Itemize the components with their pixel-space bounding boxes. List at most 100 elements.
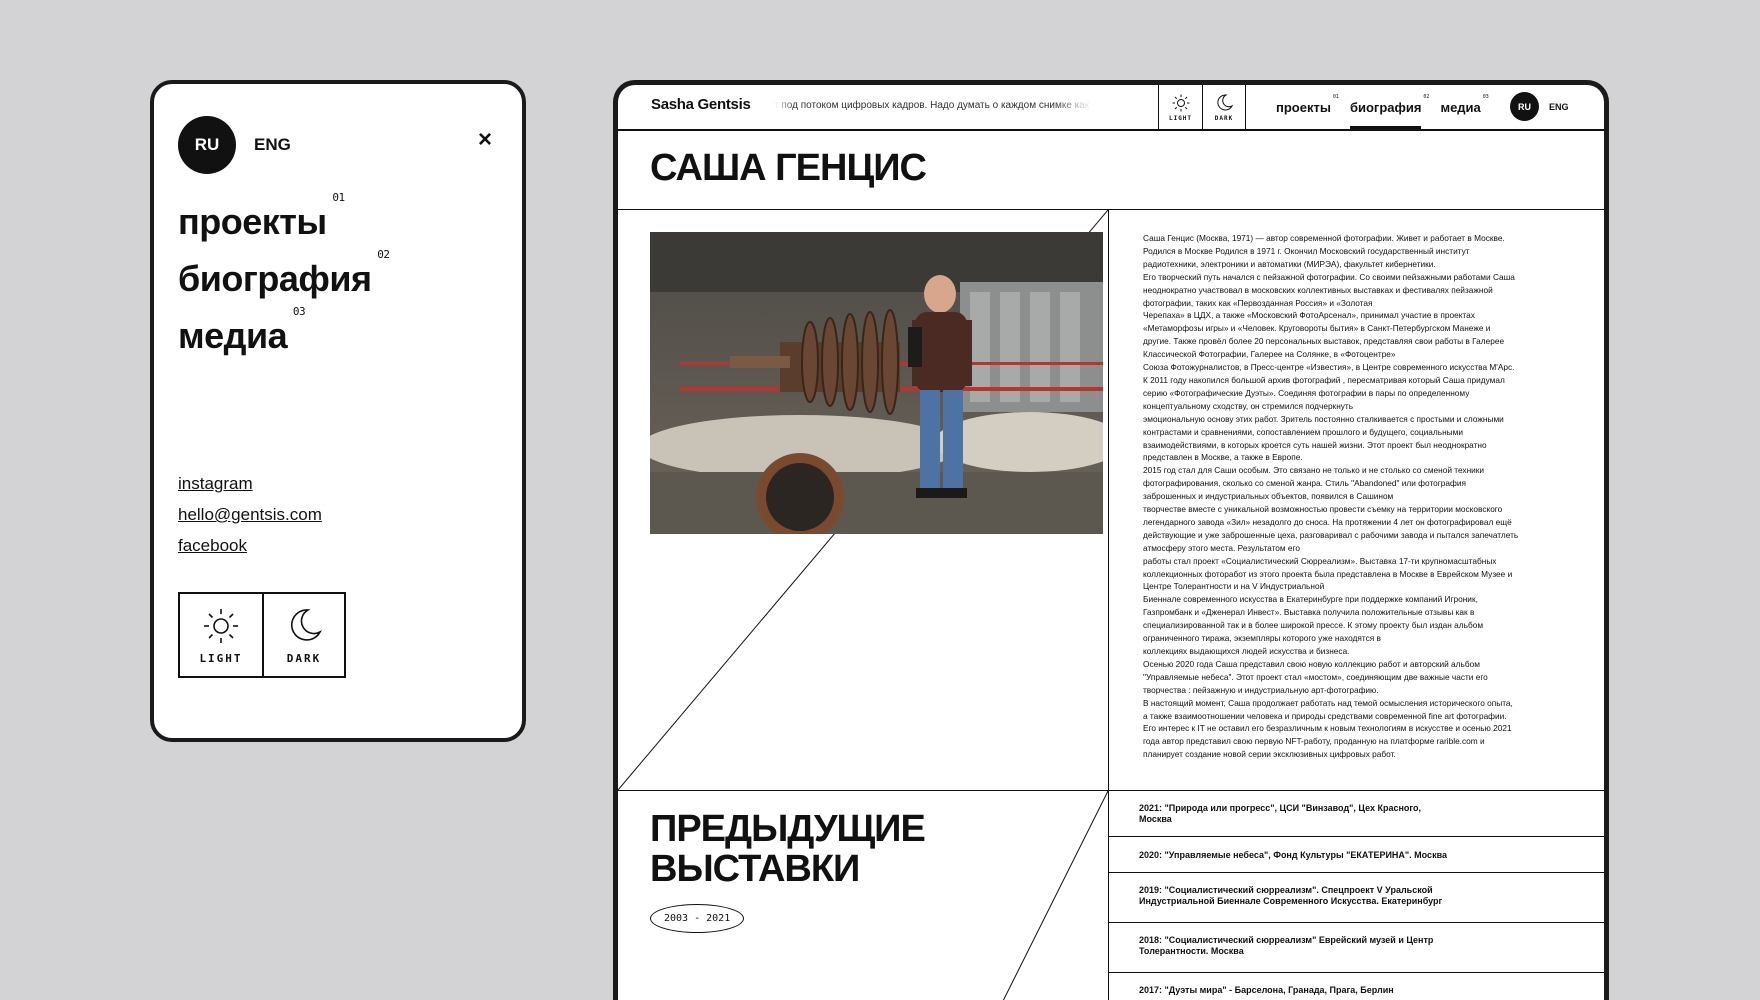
biography-line: 2015 год стал для Саши особым. Это связа…: [1143, 465, 1485, 476]
exhibition-text: 2020: "Управляемые небеса", Фонд Культур…: [1139, 850, 1447, 860]
biography-line: Газпромбанк и «Дженерал Инвест». Выставк…: [1143, 607, 1475, 618]
nav-projects[interactable]: проекты 01: [1276, 85, 1339, 129]
exhibition-text: Москва: [1139, 814, 1172, 824]
desktop-page: Sasha Gentsis т под потоком цифровых кад…: [613, 80, 1609, 1000]
header-nav: проекты 01 биография 02 медиа 03: [1276, 85, 1500, 131]
site-logo[interactable]: Sasha Gentsis: [651, 96, 751, 113]
instagram-link[interactable]: instagram: [178, 468, 322, 499]
header-theme-switcher: LIGHT DARK: [1158, 85, 1245, 129]
header-lang-eng[interactable]: ENG: [1549, 102, 1569, 112]
menu-item-projects[interactable]: проекты 01: [178, 192, 345, 250]
portrait-photo: [650, 232, 1103, 534]
biography-line: ограниченного тиража, экземпляры которог…: [1143, 633, 1381, 644]
moon-icon: [290, 608, 322, 641]
biography-line: Черепаха» в ЦДХ, а также «Московский Фот…: [1143, 310, 1475, 321]
nav-biography[interactable]: биография 02: [1349, 85, 1429, 131]
mobile-menu-panel: RU ENG × проекты 01 биография 02 медиа 03 i…: [150, 80, 526, 742]
biography-line: коллекционных фоторабот из этого проекта…: [1143, 568, 1513, 579]
menu-item-media[interactable]: медиа 03: [178, 306, 306, 364]
biography-line: Биеннале современного искусства в Екатер…: [1143, 594, 1478, 605]
exhibition-text: 2018: "Социалистический сюрреализм" Евре…: [1139, 935, 1434, 945]
header-divider: [1245, 85, 1246, 129]
email-link[interactable]: hello@gentsis.com: [178, 499, 322, 530]
biography-section: Саша Генцис (Москва, 1971) — автор совре…: [618, 210, 1604, 791]
exhibition-text: 2017: "Дуэты мира" - Барселона, Гранада,…: [1139, 985, 1394, 995]
facebook-link[interactable]: facebook: [178, 530, 322, 561]
exhibition-text: 2021: "Природа или прогресс", ЦСИ "Винза…: [1139, 803, 1422, 813]
section-heading-line: ПРЕДЫДУЩИЕ: [650, 808, 926, 850]
column-divider: [1108, 210, 1109, 790]
biography-line: В настоящий момент, Саша продолжает рабо…: [1143, 697, 1513, 708]
biography-line: К 2011 году накопился большой архив фото…: [1143, 374, 1505, 385]
biography-line: Его творческий путь начался с пейзажной …: [1143, 271, 1515, 282]
biography-line: Родился в Москве Родился в 1971 г. Оконч…: [1143, 245, 1470, 256]
biography-line: а также взаимоотношении человека и приро…: [1143, 710, 1507, 721]
close-icon[interactable]: ×: [478, 128, 492, 152]
menu-item-label: медиа: [178, 315, 288, 356]
header-language-switcher: RU ENG: [1510, 92, 1569, 121]
biography-text: Саша Генцис (Москва, 1971) — автор совре…: [1143, 232, 1583, 761]
nav-media[interactable]: медиа 03: [1440, 85, 1488, 129]
language-switcher: RU ENG: [178, 116, 291, 174]
moon-icon: [1217, 93, 1234, 110]
biography-line: Союза Фотожурналистов, в Пресс-центре «И…: [1143, 362, 1515, 373]
page-title-row: САША ГЕНЦИС: [618, 129, 1604, 210]
nav-number: 01: [1332, 94, 1339, 100]
page-title: САША ГЕНЦИС: [650, 147, 927, 189]
exhibition-item[interactable]: 2019: "Социалистический сюрреализм". Спе…: [1109, 873, 1604, 923]
exhibition-item[interactable]: 2020: "Управляемые небеса", Фонд Культур…: [1109, 837, 1604, 873]
biography-line: Осенью 2020 года Саша представил свою но…: [1143, 658, 1480, 669]
menu-nav: проекты 01 биография 02 медиа 03: [178, 192, 390, 365]
light-theme-label: LIGHT: [199, 651, 243, 665]
nav-label: медиа: [1440, 100, 1481, 115]
section-heading: ПРЕДЫДУЩИЕ ВЫСТАВКИ: [650, 808, 926, 890]
menu-item-biography[interactable]: биография 02: [178, 249, 390, 307]
lang-ru-button[interactable]: RU: [178, 116, 236, 174]
section-heading-line: ВЫСТАВКИ: [650, 848, 860, 890]
exhibitions-list: 2021: "Природа или прогресс", ЦСИ "Винза…: [1109, 791, 1604, 1000]
dark-theme-button[interactable]: DARK: [262, 594, 344, 676]
social-links: instagram hello@gentsis.com facebook: [178, 468, 322, 561]
biography-line: другие. Также провёл более 20 персональн…: [1143, 336, 1505, 347]
biography-line: легендарного завода «Зил» незадолго до с…: [1143, 516, 1512, 527]
biography-line: фотографии, таких как «Первозданная Росс…: [1143, 297, 1373, 308]
nav-label: проекты: [1276, 100, 1331, 115]
menu-item-number: 03: [292, 305, 306, 318]
biography-line: творчестве вместе с уникальной возможнос…: [1143, 504, 1503, 515]
sun-icon: [204, 608, 238, 643]
nav-number: 02: [1423, 94, 1430, 100]
biography-line: взаимодействиями, в которых кроется суть…: [1143, 439, 1487, 450]
biography-line: неоднократно участвовал в московских кол…: [1143, 284, 1493, 295]
nav-label: биография: [1349, 100, 1422, 115]
light-theme-button[interactable]: LIGHT: [180, 594, 262, 676]
header-dark-theme-button[interactable]: DARK: [1202, 85, 1245, 129]
biography-line: работы стал проект «Социалистический Сюр…: [1143, 555, 1497, 566]
biography-line: Центре Толерантности и на V Индустриальн…: [1143, 581, 1325, 592]
lang-eng-button[interactable]: ENG: [254, 135, 291, 155]
biography-line: серию «Фотографические Дуэты». Соединяя …: [1143, 387, 1470, 398]
dark-theme-label: DARK: [286, 651, 322, 665]
menu-item-label: проекты: [178, 201, 327, 242]
sun-icon: [1172, 94, 1189, 111]
biography-line: действующие и уже заброшенные цеха, разг…: [1143, 529, 1519, 540]
biography-line: контрастами и сравнениями, сопоставление…: [1143, 426, 1463, 437]
header-dark-label: DARK: [1214, 114, 1234, 122]
nav-number: 03: [1482, 94, 1489, 100]
menu-item-number: 01: [332, 191, 345, 204]
exhibition-item[interactable]: 2021: "Природа или прогресс", ЦСИ "Винза…: [1109, 791, 1604, 837]
biography-line: творчества : пейзажную и индустриальную …: [1143, 684, 1379, 695]
exhibition-item[interactable]: 2018: "Социалистический сюрреализм" Евре…: [1109, 923, 1604, 973]
biography-line: радиотехники, электроники и автоматики (…: [1143, 258, 1436, 269]
biography-line: концептуальному сходству, он стремился п…: [1143, 400, 1354, 411]
top-navigation-bar: Sasha Gentsis т под потоком цифровых кад…: [618, 85, 1604, 131]
biography-line: "Управляемые небеса". Этот проект стал «…: [1143, 671, 1488, 682]
factory-portrait-image: [650, 232, 1103, 534]
menu-item-label: биография: [178, 258, 372, 299]
biography-line: года автор представил свою первую NFT-ра…: [1143, 736, 1485, 747]
header-lang-ru[interactable]: RU: [1510, 92, 1539, 121]
biography-line: планирует создание новой серии эксклюзив…: [1143, 749, 1396, 760]
biography-line: Классической Фотографии, Галерее на Соля…: [1143, 349, 1396, 360]
biography-line: представлен в Москве, а также в Европе.: [1143, 452, 1303, 463]
header-light-theme-button[interactable]: LIGHT: [1159, 85, 1202, 129]
menu-item-number: 02: [377, 248, 390, 261]
